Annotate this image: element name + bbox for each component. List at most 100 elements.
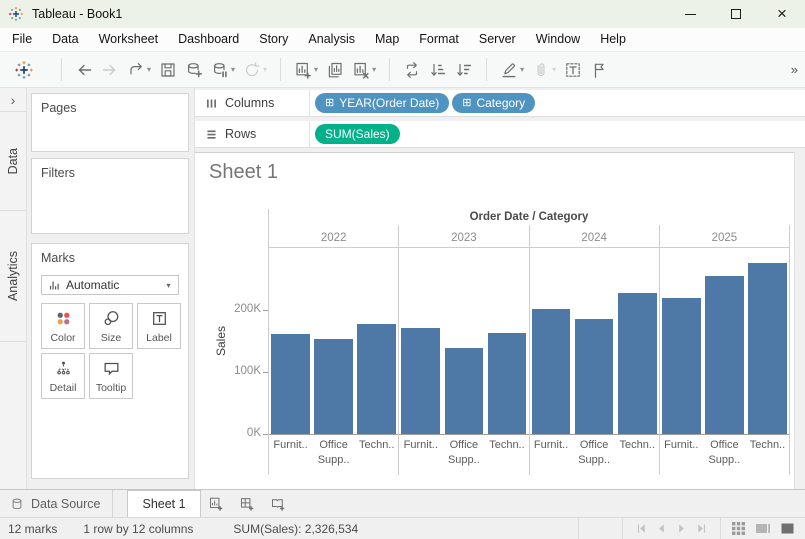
menu-story[interactable]: Story xyxy=(249,28,298,51)
menu-analysis[interactable]: Analysis xyxy=(298,28,365,51)
first-sheet-button[interactable] xyxy=(635,522,648,535)
expand-icon[interactable]: ⊞ xyxy=(325,98,334,109)
chevron-down-icon[interactable]: ▾ xyxy=(552,66,556,74)
bar-2022-office-supplies[interactable] xyxy=(314,339,353,434)
bar-2025-furniture[interactable] xyxy=(662,298,701,434)
close-button[interactable]: × xyxy=(759,0,805,28)
category-label-wrap[interactable]: Supp.. xyxy=(269,454,398,466)
category-label[interactable]: Office xyxy=(312,439,355,451)
duplicate-button[interactable] xyxy=(322,57,348,83)
menu-map[interactable]: Map xyxy=(365,28,409,51)
category-label[interactable]: Office xyxy=(442,439,485,451)
previous-sheet-button[interactable] xyxy=(655,522,668,535)
category-label[interactable]: Furnit.. xyxy=(660,439,703,451)
category-label-wrap[interactable]: Supp.. xyxy=(530,454,659,466)
year-header[interactable]: 2022 xyxy=(269,225,398,248)
pages-shelf[interactable]: Pages xyxy=(31,93,189,152)
bar-2023-office-supplies[interactable] xyxy=(445,348,484,434)
category-label-wrap[interactable]: Supp.. xyxy=(660,454,789,466)
chevron-down-icon[interactable]: ▾ xyxy=(520,66,524,74)
chevron-down-icon[interactable]: ▾ xyxy=(147,66,151,74)
category-label[interactable]: Techn.. xyxy=(355,439,398,451)
bar-2025-technology[interactable] xyxy=(748,263,787,434)
bar-2022-technology[interactable] xyxy=(357,324,396,434)
new-worksheet-button[interactable]: ▾ xyxy=(290,57,322,83)
menu-dashboard[interactable]: Dashboard xyxy=(168,28,249,51)
columns-shelf[interactable]: ⊞YEAR(Order Date)⊞Category xyxy=(310,90,805,116)
show-mark-labels-button[interactable] xyxy=(560,57,586,83)
toolbar-more-button[interactable]: » xyxy=(791,62,798,77)
maximize-button[interactable] xyxy=(713,0,759,28)
chevron-down-icon[interactable]: ▾ xyxy=(263,66,267,74)
label-button[interactable]: Label xyxy=(137,303,181,349)
detail-button[interactable]: Detail xyxy=(41,353,85,399)
chevron-down-icon[interactable]: ▾ xyxy=(372,66,376,74)
category-label[interactable]: Office xyxy=(703,439,746,451)
new-story-tab-button[interactable] xyxy=(263,490,294,517)
menu-file[interactable]: File xyxy=(2,28,42,51)
sort-ascending-button[interactable] xyxy=(425,57,451,83)
mark-type-dropdown[interactable]: Automatic ▾ xyxy=(41,275,179,295)
new-worksheet-tab-button[interactable] xyxy=(201,490,232,517)
year-header[interactable]: 2023 xyxy=(399,225,528,248)
clear-sheet-button[interactable]: ▾ xyxy=(348,57,380,83)
last-sheet-button[interactable] xyxy=(695,522,708,535)
menu-window[interactable]: Window xyxy=(526,28,590,51)
replay-button[interactable]: ▾ xyxy=(123,57,155,83)
undo-button[interactable] xyxy=(71,57,97,83)
menu-worksheet[interactable]: Worksheet xyxy=(89,28,169,51)
tooltip-button[interactable]: Tooltip xyxy=(89,353,133,399)
category-label[interactable]: Office xyxy=(573,439,616,451)
highlight-button[interactable]: ▾ xyxy=(496,57,528,83)
category-label[interactable]: Techn.. xyxy=(616,439,659,451)
sheet-1-tab[interactable]: Sheet 1 xyxy=(127,490,200,517)
color-button[interactable]: Color xyxy=(41,303,85,349)
tab-analytics[interactable]: Analytics xyxy=(0,211,26,342)
data-source-tab[interactable]: Data Source xyxy=(0,490,113,517)
presentation-mode-button[interactable] xyxy=(586,57,612,83)
menu-data[interactable]: Data xyxy=(42,28,88,51)
bar-2024-furniture[interactable] xyxy=(532,309,571,434)
pause-auto-updates-button[interactable]: ▾ xyxy=(207,57,239,83)
category-label[interactable]: Furnit.. xyxy=(269,439,312,451)
chevron-down-icon[interactable]: ▾ xyxy=(314,66,318,74)
bar-2023-technology[interactable] xyxy=(488,333,527,434)
bar-2023-furniture[interactable] xyxy=(401,328,440,434)
pill-year-order-date[interactable]: ⊞YEAR(Order Date) xyxy=(315,93,449,113)
new-dashboard-tab-button[interactable] xyxy=(232,490,263,517)
show-filmstrip-button[interactable] xyxy=(755,521,771,536)
show-sheet-sorter-button[interactable] xyxy=(731,521,746,536)
y-axis-label[interactable]: Sales xyxy=(214,326,228,356)
new-data-source-button[interactable] xyxy=(181,57,207,83)
menu-server[interactable]: Server xyxy=(469,28,526,51)
next-sheet-button[interactable] xyxy=(675,522,688,535)
size-button[interactable]: Size xyxy=(89,303,133,349)
run-update-button[interactable]: ▾ xyxy=(239,57,271,83)
minimize-button[interactable] xyxy=(667,0,713,28)
category-label-wrap[interactable]: Supp.. xyxy=(399,454,528,466)
category-label[interactable]: Furnit.. xyxy=(530,439,573,451)
pill-category[interactable]: ⊞Category xyxy=(452,93,535,113)
year-header[interactable]: 2025 xyxy=(660,225,789,248)
category-label[interactable]: Furnit.. xyxy=(399,439,442,451)
category-label[interactable]: Techn.. xyxy=(746,439,789,451)
bar-2024-office-supplies[interactable] xyxy=(575,319,614,434)
bar-2025-office-supplies[interactable] xyxy=(705,276,744,434)
show-tabs-button[interactable] xyxy=(780,521,795,536)
rows-shelf[interactable]: SUM(Sales) xyxy=(310,121,805,147)
chevron-down-icon[interactable]: ▾ xyxy=(231,66,235,74)
menu-format[interactable]: Format xyxy=(409,28,469,51)
tab-data[interactable]: Data xyxy=(0,112,26,211)
sort-descending-button[interactable] xyxy=(451,57,477,83)
filters-shelf[interactable]: Filters xyxy=(31,158,189,234)
save-button[interactable] xyxy=(155,57,181,83)
menu-help[interactable]: Help xyxy=(590,28,636,51)
bar-2024-technology[interactable] xyxy=(618,293,657,434)
group-members-button[interactable]: ▾ xyxy=(528,57,560,83)
bar-2022-furniture[interactable] xyxy=(271,334,310,434)
redo-button[interactable] xyxy=(97,57,123,83)
pill-sum-sales[interactable]: SUM(Sales) xyxy=(315,124,400,144)
expand-icon[interactable]: ⊞ xyxy=(462,98,471,109)
expand-pane-button[interactable]: › xyxy=(0,88,26,112)
category-label[interactable]: Techn.. xyxy=(485,439,528,451)
